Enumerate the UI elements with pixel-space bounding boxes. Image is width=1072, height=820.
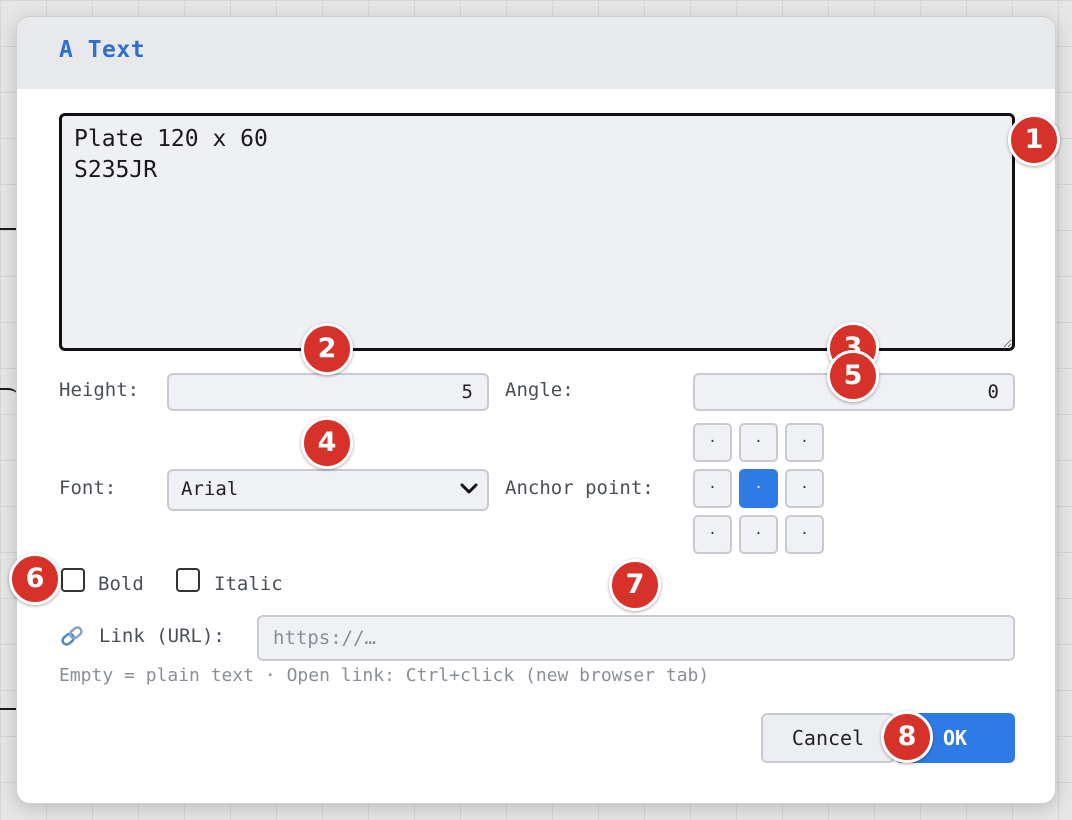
- dialog-titlebar: A Text: [17, 17, 1055, 89]
- text-dialog: A Text Plate 120 x 60 S235JR Height: 5 A…: [16, 16, 1056, 804]
- marker-5: 5: [827, 350, 879, 402]
- marker-4: 4: [301, 417, 353, 469]
- chevron-down-icon: [460, 483, 478, 494]
- anchor-center[interactable]: ·: [739, 469, 778, 508]
- italic-checkbox[interactable]: [176, 568, 200, 592]
- anchor-top-right[interactable]: ·: [785, 423, 824, 462]
- font-label: Font:: [59, 477, 117, 499]
- height-label: Height:: [59, 379, 140, 401]
- link-label: Link (URL):: [99, 625, 225, 647]
- anchor-top-left[interactable]: ·: [693, 423, 732, 462]
- link-hint: Empty = plain text · Open link: Ctrl+cli…: [59, 665, 710, 686]
- marker-8: 8: [881, 711, 933, 763]
- anchor-bottom-left[interactable]: ·: [693, 515, 732, 554]
- anchor-middle-right[interactable]: ·: [785, 469, 824, 508]
- anchor-bottom-center[interactable]: ·: [739, 515, 778, 554]
- marker-6: 6: [9, 553, 61, 605]
- link-icon: [61, 626, 83, 646]
- link-url-input[interactable]: https://…: [257, 615, 1015, 661]
- anchor-top-center[interactable]: ·: [739, 423, 778, 462]
- marker-1: 1: [1008, 114, 1060, 166]
- text-content-input[interactable]: Plate 120 x 60 S235JR: [59, 113, 1015, 351]
- italic-label: Italic: [214, 573, 283, 595]
- anchor-label: Anchor point:: [505, 477, 654, 499]
- bold-checkbox[interactable]: [61, 568, 85, 592]
- cancel-button[interactable]: Cancel: [761, 713, 895, 763]
- font-select-value: Arial: [181, 478, 239, 500]
- anchor-middle-left[interactable]: ·: [693, 469, 732, 508]
- bold-label: Bold: [98, 573, 144, 595]
- anchor-bottom-right[interactable]: ·: [785, 515, 824, 554]
- angle-label: Angle:: [505, 379, 574, 401]
- marker-2: 2: [301, 323, 353, 375]
- height-input[interactable]: 5: [167, 373, 489, 411]
- marker-7: 7: [609, 559, 661, 611]
- font-select[interactable]: Arial: [167, 469, 489, 511]
- dialog-title: A Text: [59, 37, 146, 63]
